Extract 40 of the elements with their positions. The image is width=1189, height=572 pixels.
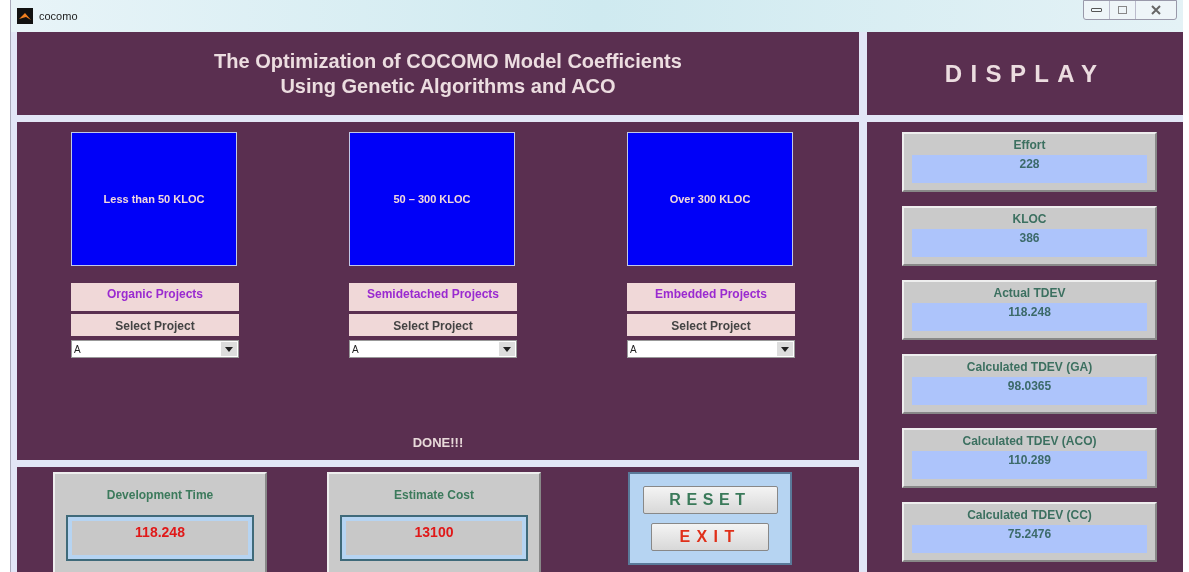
project-dropdown[interactable]: A (71, 340, 239, 358)
category-button[interactable]: 50 – 300 KLOC (349, 132, 515, 266)
app-icon (17, 8, 33, 24)
display-label: Calculated TDEV (ACO) (961, 433, 1098, 450)
reset-button[interactable]: RESET (642, 486, 778, 514)
dropdown-value: A (351, 342, 360, 357)
display-label: Calculated TDEV (GA) (965, 359, 1094, 376)
project-dropdown[interactable]: A (627, 340, 795, 358)
exit-button[interactable]: EXIT (651, 523, 769, 551)
dropdown-value: A (629, 342, 638, 357)
display-label: Actual TDEV (992, 285, 1067, 302)
window-title: cocomo (39, 8, 78, 24)
display-value: 110.289 (912, 451, 1147, 479)
status-text: DONE!!! (412, 433, 464, 452)
prompt-label: Select Project (627, 314, 795, 336)
output-label: Estimate Cost (394, 487, 474, 504)
category-label: Semidetached Projects (349, 283, 517, 311)
output-label: Development Time (106, 487, 214, 504)
category-button[interactable]: Over 300 KLOC (627, 132, 793, 266)
category-label: Embedded Projects (627, 283, 795, 311)
display-value: 75.2476 (912, 525, 1147, 553)
project-dropdown[interactable]: A (349, 340, 517, 358)
display-value: 228 (912, 155, 1147, 183)
prompt-label: Select Project (71, 314, 239, 336)
dropdown-value: A (73, 342, 82, 357)
display-value: 386 (912, 229, 1147, 257)
close-icon (1151, 5, 1161, 15)
prompt-label: Select Project (349, 314, 517, 336)
output-value: 13100 (346, 521, 522, 555)
display-title: DISPLAY (944, 58, 1106, 89)
output-value: 118.248 (72, 521, 248, 555)
category-button[interactable]: Less than 50 KLOC (71, 132, 237, 266)
category-label: Organic Projects (71, 283, 239, 311)
display-value: 118.248 (912, 303, 1147, 331)
display-label: Effort (1012, 137, 1047, 154)
heading-line: The Optimization of COCOMO Model Coefficients (214, 48, 682, 74)
display-label: KLOC (1011, 211, 1048, 228)
display-value: 98.0365 (912, 377, 1147, 405)
heading-line: Using Genetic Algorithms and ACO (280, 73, 616, 99)
display-label: Calculated TDEV (CC) (966, 507, 1093, 524)
